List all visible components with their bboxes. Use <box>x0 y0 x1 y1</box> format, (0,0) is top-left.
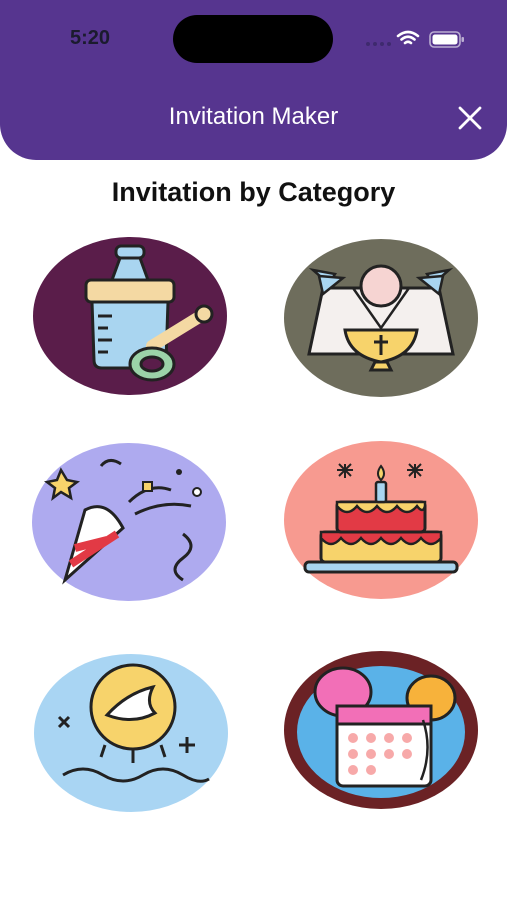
christening-doves-icon <box>284 239 478 397</box>
category-memorial[interactable] <box>33 653 229 813</box>
signal-icon <box>366 42 391 46</box>
close-icon <box>458 106 482 130</box>
dove-sunrise-icon <box>34 654 228 812</box>
close-button[interactable] <box>453 101 487 135</box>
category-christening[interactable] <box>283 238 479 398</box>
calendar-balloons-icon <box>284 651 478 809</box>
category-event[interactable] <box>283 650 479 810</box>
category-party[interactable] <box>31 442 227 602</box>
wifi-icon <box>396 30 420 45</box>
section-title: Invitation by Category <box>111 177 396 207</box>
birthday-cake-icon <box>284 441 478 599</box>
page-title: Invitation Maker <box>168 103 339 130</box>
status-time: 5:20 <box>70 27 111 49</box>
baby-bottle-pacifier-icon <box>33 237 227 395</box>
dynamic-island <box>173 15 333 63</box>
party-popper-icon <box>32 443 226 601</box>
category-birthday[interactable] <box>283 440 479 600</box>
app-header: 5:20 Invitation Maker <box>0 0 507 160</box>
battery-icon <box>429 31 464 48</box>
status-icons <box>366 30 464 48</box>
category-baby-shower[interactable] <box>32 236 228 396</box>
